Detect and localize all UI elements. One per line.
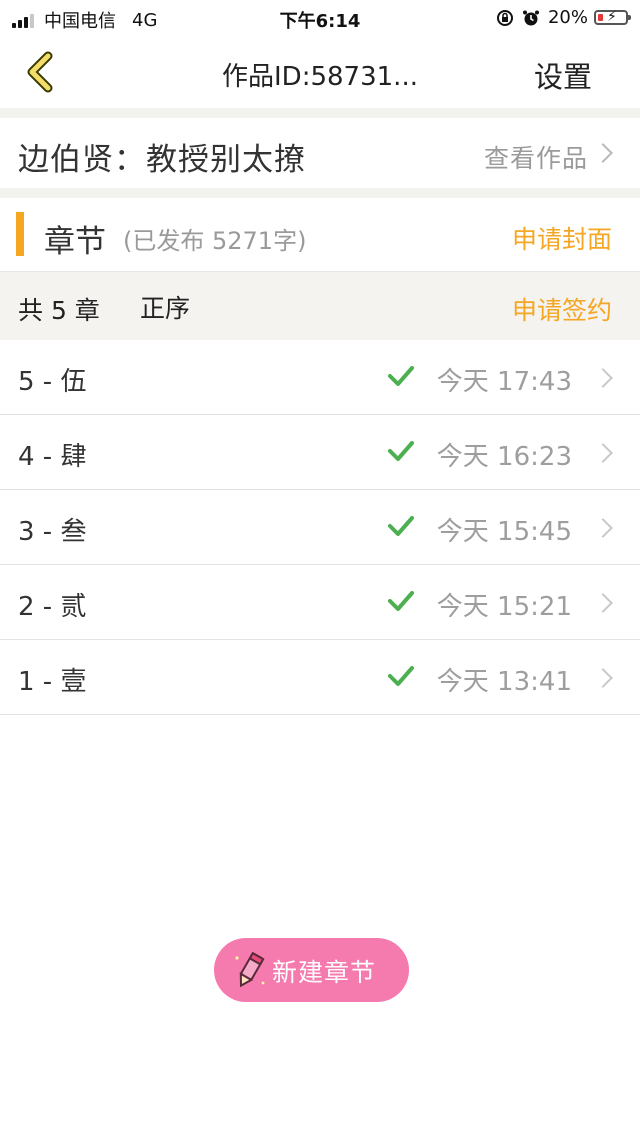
check-icon <box>388 591 414 611</box>
sort-order-toggle[interactable]: 正序 <box>140 289 190 325</box>
apply-sign-button[interactable]: 申请签约 <box>512 291 612 327</box>
chapter-meta-row: 共 5 章 正序 申请签约 <box>0 272 640 340</box>
chapter-title: 1 - 壹 <box>18 667 87 697</box>
chevron-right-icon <box>593 368 613 388</box>
chapter-item[interactable]: 1 - 壹 今天 13:41 <box>0 640 640 715</box>
chapter-time: 今天 15:21 <box>436 592 572 622</box>
chapter-time: 今天 16:23 <box>436 442 572 472</box>
new-chapter-button[interactable]: 新建章节 <box>214 938 409 1002</box>
divider <box>0 108 640 118</box>
chapter-title: 2 - 贰 <box>18 592 87 622</box>
chapter-item[interactable]: 3 - 叁 今天 15:45 <box>0 490 640 565</box>
alarm-icon <box>522 10 539 25</box>
settings-button[interactable]: 设置 <box>534 54 592 96</box>
apply-cover-button[interactable]: 申请封面 <box>512 220 612 256</box>
chapter-label: 章节 <box>44 224 106 260</box>
check-icon <box>388 366 414 386</box>
chapter-item[interactable]: 4 - 肆 今天 16:23 <box>0 415 640 490</box>
work-title: 边伯贤：教授别太撩 <box>18 142 306 178</box>
navigation-bar: 作品ID:58731... 设置 <box>0 36 640 108</box>
chapter-time: 今天 13:41 <box>436 667 572 697</box>
chapter-title: 3 - 叁 <box>18 517 87 547</box>
new-chapter-label: 新建章节 <box>272 958 377 987</box>
chevron-right-icon <box>593 443 613 463</box>
view-work-link[interactable]: 查看作品 <box>484 139 588 175</box>
chapter-title: 5 - 伍 <box>18 367 87 397</box>
chapter-title: 4 - 肆 <box>18 442 87 472</box>
chapter-section-header: 章节 (已发布 5271字) 申请封面 <box>0 198 640 272</box>
chapter-time: 今天 17:43 <box>436 367 572 397</box>
chevron-right-icon <box>593 143 613 163</box>
orientation-lock-icon <box>496 9 513 26</box>
battery-percent: 20% <box>547 7 588 28</box>
chapter-list: 5 - 伍 今天 17:43 4 - 肆 今天 16:23 3 - 叁 今天 1… <box>0 340 640 715</box>
check-icon <box>388 441 414 461</box>
check-icon <box>388 666 414 686</box>
check-icon <box>388 516 414 536</box>
chapter-time: 今天 15:45 <box>436 517 572 547</box>
battery-icon: ⚡ <box>594 9 631 25</box>
divider <box>0 188 640 198</box>
chapter-item[interactable]: 2 - 贰 今天 15:21 <box>0 565 640 640</box>
status-bar: 中国电信 4G 下午6:14 20% ⚡ <box>0 0 640 36</box>
chapter-count: 共 5 章 <box>18 296 100 325</box>
pencil-icon <box>235 951 265 988</box>
published-word-count: (已发布 5271字) <box>123 227 307 255</box>
section-accent-bar <box>16 212 24 256</box>
chevron-right-icon <box>593 593 613 613</box>
chapter-item[interactable]: 5 - 伍 今天 17:43 <box>0 340 640 415</box>
chevron-right-icon <box>593 518 613 538</box>
work-row[interactable]: 边伯贤：教授别太撩 查看作品 <box>0 118 640 188</box>
chevron-right-icon <box>593 668 613 688</box>
